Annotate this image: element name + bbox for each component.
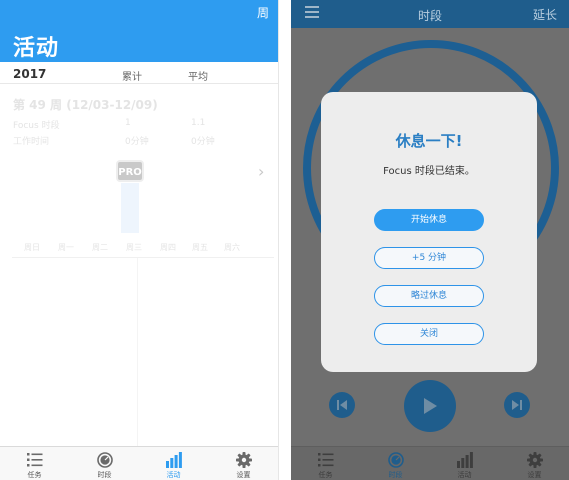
page-title: 活动 xyxy=(13,36,60,61)
screenshot-composite: 周 活动 2017 累计 平均 第 49 周 (12/03-12/09) Foc… xyxy=(0,0,569,480)
previous-button[interactable] xyxy=(329,392,355,418)
stats-row-label: Focus 时段 xyxy=(13,121,60,131)
tab-label: 时段 xyxy=(97,471,112,479)
skip-back-icon xyxy=(337,400,347,410)
tab-activity[interactable]: 活动 xyxy=(430,447,499,480)
tab-tasks[interactable]: 任务 xyxy=(0,447,69,480)
cumulative-column-label: 累计 xyxy=(122,72,142,83)
chart-bar xyxy=(121,183,139,233)
weekday-label: 周四 xyxy=(160,243,176,252)
session-screen: 时段 延长 休息一下! Focus 时段已结束。 开始休息 +5 分钟 略过休息… xyxy=(291,0,569,480)
tab-label: 活动 xyxy=(457,471,472,479)
skip-forward-icon xyxy=(512,400,522,410)
tab-settings[interactable]: 设置 xyxy=(209,447,278,480)
tab-sessions[interactable]: 时段 xyxy=(70,447,139,480)
timer-icon xyxy=(96,452,113,468)
divider xyxy=(12,257,274,258)
average-column-label: 平均 xyxy=(188,72,208,83)
tab-tasks[interactable]: 任务 xyxy=(291,447,360,480)
week-range-label: 第 49 周 (12/03-12/09) xyxy=(13,98,158,112)
stats-row-average: 0分钟 xyxy=(191,137,215,147)
stats-row-average: 1.1 xyxy=(191,118,206,128)
extend-button[interactable]: 延长 xyxy=(533,6,557,23)
divider xyxy=(137,258,138,446)
bar-chart-icon xyxy=(456,452,473,468)
session-header: 时段 延长 xyxy=(291,0,569,28)
week-toggle-button[interactable]: 周 xyxy=(257,4,269,21)
tab-bar: 任务 时段 活动 设置 xyxy=(291,446,569,480)
tab-label: 设置 xyxy=(527,471,542,479)
list-icon xyxy=(26,453,42,467)
stats-column-header: 2017 累计 平均 xyxy=(0,62,278,84)
activity-screen: 周 活动 2017 累计 平均 第 49 周 (12/03-12/09) Foc… xyxy=(0,0,279,480)
bar-chart-icon xyxy=(165,452,182,468)
tab-label: 任务 xyxy=(318,471,333,479)
stats-row-cumulative: 0分钟 xyxy=(125,137,149,147)
dialog-message: Focus 时段已结束。 xyxy=(383,166,475,177)
tab-label: 时段 xyxy=(388,471,403,479)
dialog-title: 休息一下! xyxy=(395,132,463,150)
timer-icon xyxy=(387,452,404,468)
skip-break-button[interactable]: 略过休息 xyxy=(374,285,484,307)
weekday-label: 周一 xyxy=(58,243,74,252)
year-label[interactable]: 2017 xyxy=(13,67,46,81)
weekday-label: 周日 xyxy=(24,243,40,252)
start-break-button[interactable]: 开始休息 xyxy=(374,209,484,231)
add-five-minutes-button[interactable]: +5 分钟 xyxy=(374,247,484,269)
gear-icon xyxy=(235,452,252,468)
weekday-label: 周六 xyxy=(224,243,240,252)
activity-header: 周 活动 xyxy=(0,0,278,62)
break-dialog: 休息一下! Focus 时段已结束。 开始休息 +5 分钟 略过休息 关闭 xyxy=(321,92,537,372)
page-title: 时段 xyxy=(417,9,442,23)
play-button[interactable] xyxy=(404,380,456,432)
pro-badge[interactable]: PRO xyxy=(116,160,144,182)
close-button[interactable]: 关闭 xyxy=(374,323,484,345)
weekday-label: 周三 xyxy=(126,243,142,252)
next-button[interactable] xyxy=(504,392,530,418)
play-icon xyxy=(424,398,437,414)
chevron-right-icon[interactable]: › xyxy=(258,162,264,181)
tab-activity[interactable]: 活动 xyxy=(139,447,208,480)
tab-bar: 任务 时段 活动 设置 xyxy=(0,446,278,480)
stats-row-cumulative: 1 xyxy=(125,118,131,128)
tab-label: 任务 xyxy=(27,471,42,479)
tab-settings[interactable]: 设置 xyxy=(500,447,569,480)
tab-label: 活动 xyxy=(166,471,181,479)
list-icon xyxy=(317,453,333,467)
gear-icon xyxy=(526,452,543,468)
stats-row-label: 工作时间 xyxy=(13,137,50,147)
weekday-label: 周五 xyxy=(192,243,208,252)
tab-sessions[interactable]: 时段 xyxy=(361,447,430,480)
tab-label: 设置 xyxy=(236,471,251,479)
weekday-label: 周二 xyxy=(92,243,108,252)
